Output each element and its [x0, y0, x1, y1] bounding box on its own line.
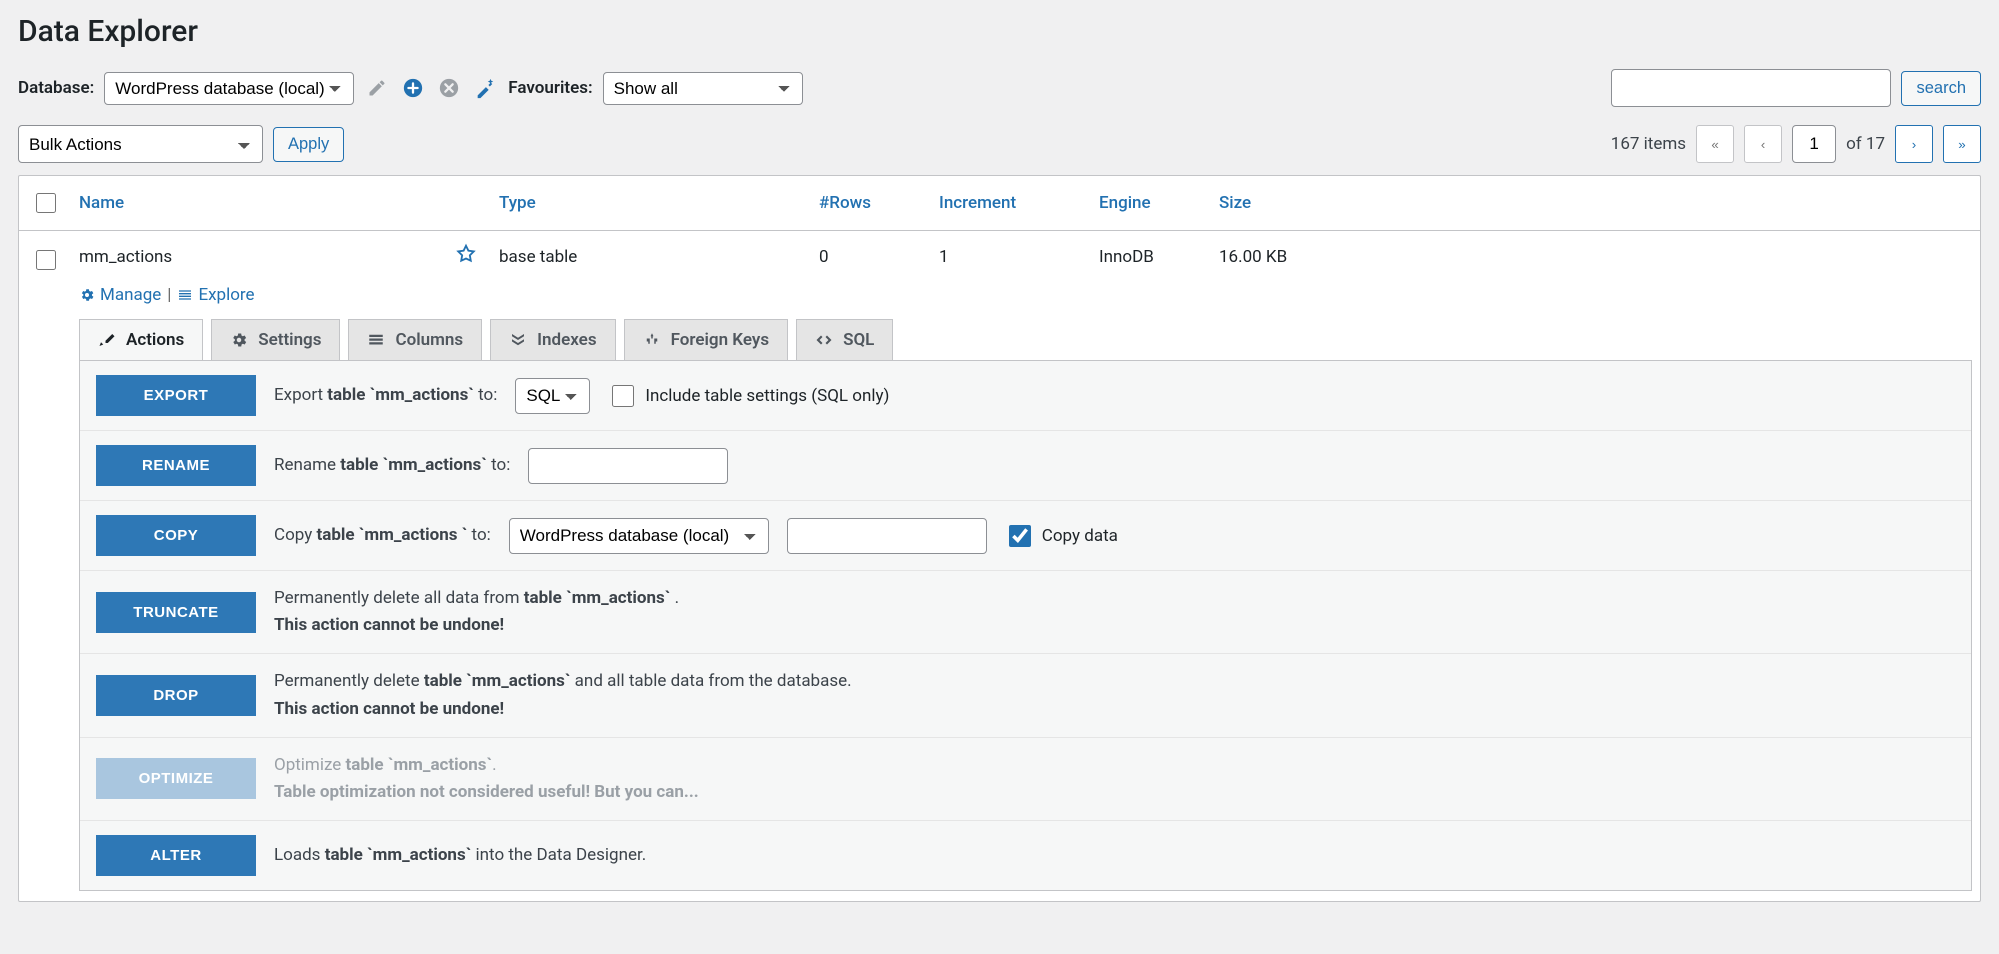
row-rows: 0: [811, 243, 931, 271]
tabs: Actions Settings Columns Indexes Foreign…: [79, 319, 1980, 360]
row-size: 16.00 KB: [1211, 243, 1980, 271]
copy-button[interactable]: COPY: [96, 515, 256, 556]
pager-next[interactable]: ›: [1895, 125, 1933, 163]
search-input[interactable]: [1611, 69, 1891, 107]
pager-last[interactable]: »: [1943, 125, 1981, 163]
copy-data-checkbox[interactable]: [1009, 525, 1031, 547]
export-button[interactable]: EXPORT: [96, 375, 256, 416]
rename-input[interactable]: [528, 448, 728, 484]
select-all-checkbox[interactable]: [36, 193, 56, 213]
apply-button[interactable]: Apply: [273, 127, 344, 162]
col-increment[interactable]: Increment: [931, 189, 1091, 217]
table: Name Type #Rows Increment Engine Size mm…: [18, 175, 1981, 902]
copy-text: Copy table `mm_actions ` to:: [274, 522, 491, 549]
wand-icon[interactable]: [472, 75, 498, 101]
include-settings-label: Include table settings (SQL only): [645, 386, 889, 406]
optimize-button[interactable]: OPTIMIZE: [96, 758, 256, 799]
include-settings-checkbox[interactable]: [612, 385, 634, 407]
page-input[interactable]: [1792, 125, 1836, 163]
export-format-select[interactable]: SQL: [515, 378, 590, 414]
col-rows[interactable]: #Rows: [811, 189, 931, 217]
col-type[interactable]: Type: [491, 189, 811, 217]
rename-text: Rename table `mm_actions` to:: [274, 452, 510, 479]
row-increment: 1: [931, 243, 1091, 271]
tab-foreign-keys[interactable]: Foreign Keys: [624, 319, 789, 360]
bulk-actions-select[interactable]: Bulk Actions: [18, 125, 263, 163]
actions-panel: EXPORT Export table `mm_actions` to: SQL…: [79, 360, 1972, 891]
drop-text: Permanently delete table `mm_actions` an…: [274, 668, 852, 722]
tab-columns[interactable]: Columns: [348, 319, 482, 360]
manage-link[interactable]: Manage: [79, 285, 161, 305]
truncate-button[interactable]: TRUNCATE: [96, 592, 256, 633]
row-name: mm_actions: [79, 247, 172, 267]
database-select[interactable]: WordPress database (local): [104, 72, 354, 105]
page-title: Data Explorer: [18, 14, 1981, 49]
tab-sql[interactable]: SQL: [796, 319, 893, 360]
copy-data-label: Copy data: [1042, 526, 1118, 546]
col-name[interactable]: Name: [71, 189, 491, 217]
rename-button[interactable]: RENAME: [96, 445, 256, 486]
favourites-label: Favourites:: [508, 78, 592, 98]
pager-prev[interactable]: ‹: [1744, 125, 1782, 163]
drop-button[interactable]: DROP: [96, 675, 256, 716]
page-of: of 17: [1846, 134, 1885, 154]
row-type: base table: [491, 243, 811, 271]
alter-button[interactable]: ALTER: [96, 835, 256, 876]
optimize-text: Optimize table `mm_actions`. Table optim…: [274, 752, 699, 806]
alter-text: Loads table `mm_actions` into the Data D…: [274, 842, 646, 869]
table-row: mm_actions base table 0 1 InnoDB 16.00 K…: [19, 231, 1980, 277]
row-engine: InnoDB: [1091, 243, 1211, 271]
database-label: Database:: [18, 78, 94, 98]
row-checkbox[interactable]: [36, 250, 56, 270]
delete-icon[interactable]: [436, 75, 462, 101]
copy-name-input[interactable]: [787, 518, 987, 554]
items-count: 167 items: [1611, 134, 1686, 154]
copy-db-select[interactable]: WordPress database (local): [509, 518, 769, 554]
toolbar: Database: WordPress database (local) Fav…: [18, 69, 1981, 107]
tab-actions[interactable]: Actions: [79, 319, 203, 360]
export-text: Export table `mm_actions` to:: [274, 382, 497, 409]
favourite-star-icon[interactable]: [455, 243, 477, 270]
truncate-text: Permanently delete all data from table `…: [274, 585, 679, 639]
add-icon[interactable]: [400, 75, 426, 101]
search-button[interactable]: search: [1901, 71, 1981, 106]
col-size[interactable]: Size: [1211, 189, 1980, 217]
col-engine[interactable]: Engine: [1091, 189, 1211, 217]
pager-first[interactable]: «: [1696, 125, 1734, 163]
tab-indexes[interactable]: Indexes: [490, 319, 615, 360]
tab-settings[interactable]: Settings: [211, 319, 340, 360]
edit-icon[interactable]: [364, 75, 390, 101]
explore-link[interactable]: Explore: [177, 285, 254, 305]
favourites-select[interactable]: Show all: [603, 72, 803, 105]
